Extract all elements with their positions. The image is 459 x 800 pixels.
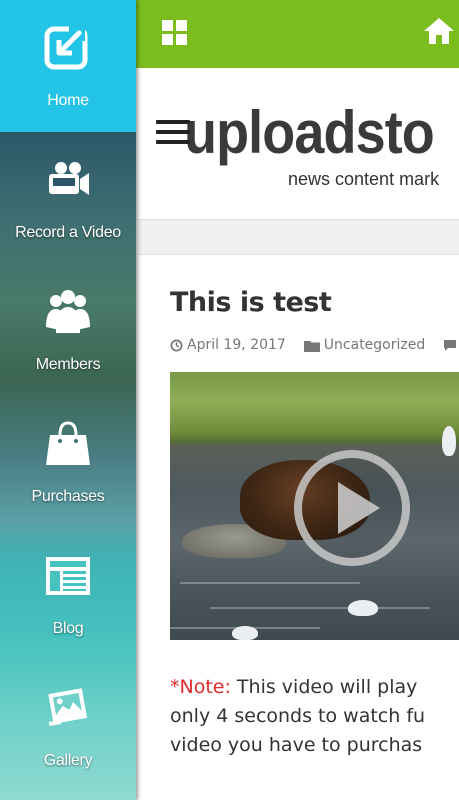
play-icon[interactable] — [292, 448, 412, 568]
note-line-1: This video will play — [230, 676, 418, 698]
gallery-icon — [42, 682, 94, 734]
folder-icon — [303, 339, 320, 352]
sidebar-item-label: Members — [35, 356, 101, 373]
sidebar-item-blog[interactable]: Blog — [0, 528, 136, 660]
home-export-icon — [42, 22, 94, 74]
sidebar-item-label: Record a Video — [15, 224, 121, 241]
top-bar — [136, 0, 459, 68]
comment-icon — [443, 339, 457, 352]
clock-icon — [170, 339, 183, 352]
sidebar-item-label: Blog — [52, 620, 84, 637]
video-camera-icon — [42, 154, 94, 206]
sidebar-item-label: Home — [47, 92, 89, 109]
sidebar-item-label: Purchases — [31, 488, 105, 505]
video-player[interactable] — [170, 372, 459, 640]
hamburger-menu-icon[interactable] — [156, 120, 190, 150]
sidebar-item-purchases[interactable]: Purchases — [0, 396, 136, 528]
sidebar-item-gallery[interactable]: Gallery — [0, 660, 136, 792]
shopping-bag-icon — [42, 418, 94, 470]
home-icon[interactable] — [422, 16, 456, 46]
sidebar: Home Record a Video Members Purchases Bl… — [0, 0, 136, 800]
post-meta: April 19, 2017 Uncategorized — [170, 337, 459, 353]
note-line-3: video you have to purchas — [170, 734, 423, 756]
main-content: uploadsto news content mark This is test… — [136, 68, 459, 800]
sidebar-item-label: Gallery — [43, 752, 93, 769]
members-icon — [42, 286, 94, 338]
sidebar-item-record-video[interactable]: Record a Video — [0, 132, 136, 264]
site-tagline: news content mark — [288, 169, 440, 189]
blog-icon — [42, 550, 94, 602]
post-card: This is test April 19, 2017 Uncategorize… — [138, 254, 459, 800]
grid-icon[interactable] — [162, 20, 188, 46]
post-category[interactable]: Uncategorized — [324, 337, 425, 353]
sidebar-item-members[interactable]: Members — [0, 264, 136, 396]
post-date[interactable]: April 19, 2017 — [187, 337, 286, 353]
post-note: *Note: This video will play only 4 secon… — [170, 673, 459, 760]
sidebar-item-home[interactable]: Home — [0, 0, 136, 132]
site-logo[interactable]: uploadsto — [184, 98, 435, 167]
post-title[interactable]: This is test — [170, 287, 332, 318]
note-label: *Note: — [170, 676, 231, 698]
site-header: uploadsto news content mark — [138, 68, 459, 220]
note-line-2: only 4 seconds to watch fu — [170, 705, 426, 727]
